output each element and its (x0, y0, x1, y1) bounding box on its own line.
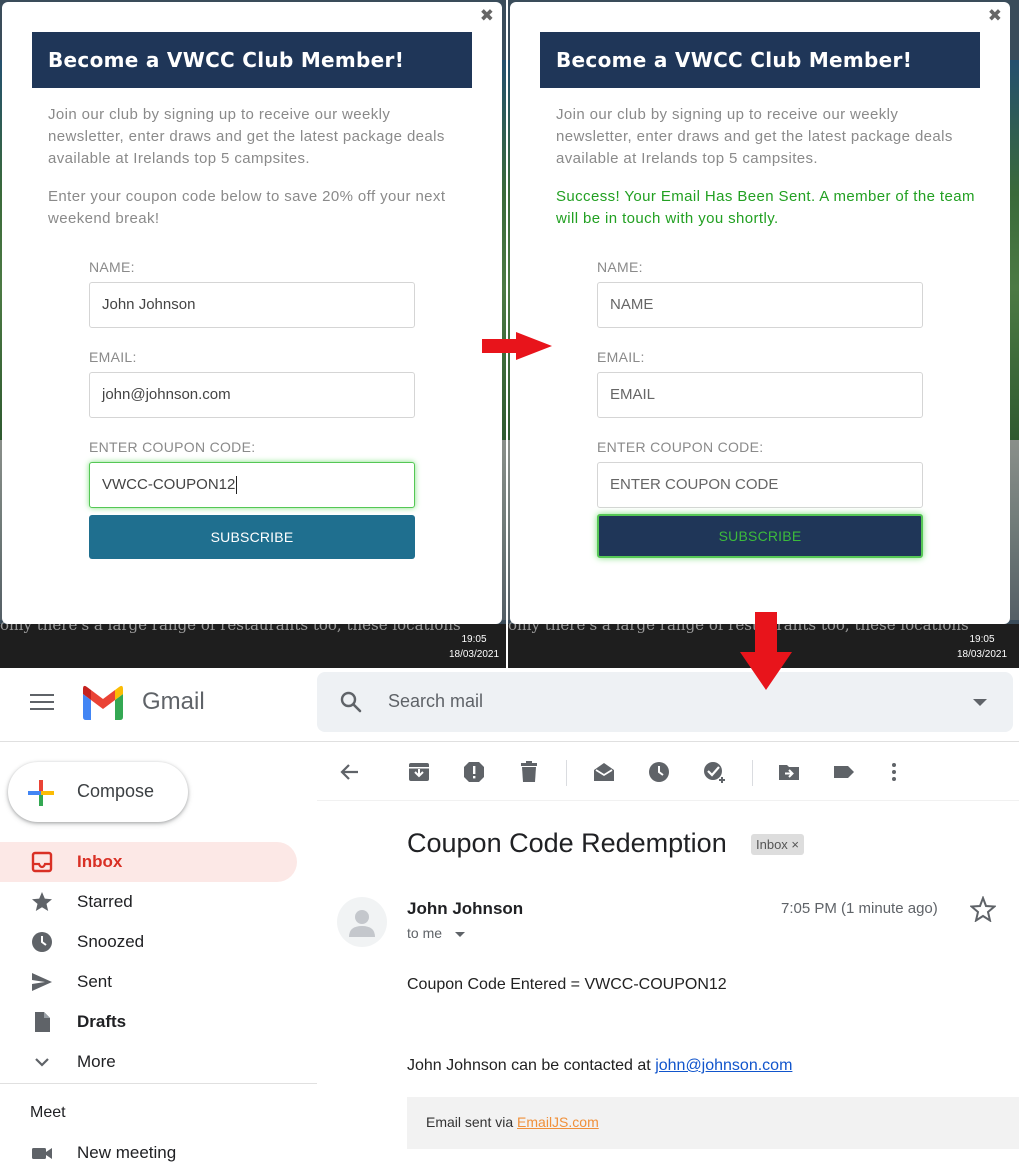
toolbar-divider (317, 800, 1019, 801)
footer-prefix: Email sent via (426, 1114, 518, 1130)
label-icon[interactable] (832, 760, 856, 784)
coupon-label: ENTER COUPON CODE: (597, 439, 764, 455)
sidebar-item-label: Drafts (77, 1012, 127, 1031)
video-camera-icon (32, 1148, 52, 1159)
sidebar-item-label: Sent (77, 972, 112, 991)
compose-plus-icon (28, 780, 54, 806)
more-vert-icon[interactable] (882, 760, 906, 784)
sidebar-item-sent[interactable]: Sent (0, 962, 297, 1002)
screenshot-root: only there's a large range of restaurant… (0, 0, 1019, 1175)
email-body-contact-line: John Johnson can be contacted at john@jo… (407, 1057, 792, 1075)
delete-icon[interactable] (517, 760, 541, 784)
gmail-wordmark: Gmail (142, 688, 205, 715)
email-body-coupon-line: Coupon Code Entered = VWCC-COUPON12 (407, 976, 727, 993)
taskbar-date: 18/03/2021 (956, 649, 1008, 660)
email-label: EMAIL: (597, 349, 645, 365)
snooze-icon[interactable] (647, 760, 671, 784)
sidebar-item-label: More (77, 1052, 116, 1071)
sidebar-item-inbox[interactable]: Inbox (0, 842, 297, 882)
subscribe-button[interactable]: SUBSCRIBE (597, 514, 923, 558)
inbox-label-chip[interactable]: Inbox × (751, 834, 805, 855)
sidebar-item-label: Snoozed (77, 932, 145, 951)
arrow-right-icon (482, 332, 552, 360)
arrow-down-icon (740, 612, 792, 690)
taskbar-clock: 19:05 18/03/2021 (434, 632, 506, 662)
email-input[interactable]: john@johnson.com (89, 372, 415, 418)
sidebar-item-more[interactable]: More (0, 1042, 297, 1082)
search-input[interactable]: Search mail (388, 691, 483, 712)
archive-icon[interactable] (407, 760, 431, 784)
avatar[interactable] (337, 897, 387, 947)
popup-intro: Join our club by signing up to receive o… (556, 106, 953, 167)
name-input[interactable]: John Johnson (89, 282, 415, 328)
email-label: EMAIL: (89, 349, 137, 365)
sidebar-item-label: New meeting (77, 1143, 177, 1162)
gmail-logo-icon (83, 685, 123, 720)
star-icon (32, 892, 52, 911)
toolbar-separator (752, 760, 753, 786)
sidebar-item-new-meeting[interactable]: New meeting (0, 1133, 297, 1173)
recipient-details-caret-icon[interactable] (455, 932, 465, 937)
name-input[interactable]: NAME (597, 282, 923, 328)
taskbar-clock: 19:05 18/03/2021 (942, 632, 1019, 662)
close-icon[interactable]: ✖ (988, 8, 1002, 25)
inbox-icon (31, 851, 53, 873)
email-timestamp: 7:05 PM (1 minute ago) (781, 900, 938, 917)
add-task-icon[interactable] (702, 760, 726, 784)
chevron-down-icon (35, 1058, 49, 1067)
name-label: NAME: (597, 259, 643, 275)
toolbar-separator (566, 760, 567, 786)
back-arrow-icon[interactable] (338, 760, 362, 784)
popup-intro: Join our club by signing up to receive o… (48, 106, 445, 167)
coupon-promo-text: Enter your coupon code below to save 20%… (48, 188, 446, 227)
move-to-icon[interactable] (777, 760, 801, 784)
sidebar-item-snoozed[interactable]: Snoozed (0, 922, 297, 962)
popup-title: Become a VWCC Club Member! (540, 32, 980, 88)
star-icon[interactable] (970, 896, 996, 922)
contact-email-link[interactable]: john@johnson.com (655, 1057, 792, 1074)
default-avatar-icon (349, 910, 375, 937)
coupon-input[interactable]: VWCC-COUPON12 (89, 462, 415, 508)
text-cursor (236, 476, 238, 495)
clock-icon (32, 932, 52, 952)
email-subject: Coupon Code Redemption (407, 828, 727, 858)
send-icon (32, 973, 52, 991)
coupon-input[interactable]: ENTER COUPON CODE (597, 462, 923, 508)
sidebar-item-starred[interactable]: Starred (0, 882, 297, 922)
draft-icon (35, 1012, 50, 1032)
popup-title: Become a VWCC Club Member! (32, 32, 472, 88)
subscribe-button[interactable]: SUBSCRIBE (89, 515, 415, 559)
taskbar-time: 19:05 (461, 634, 487, 645)
sidebar-item-label: Inbox (77, 852, 123, 871)
close-icon[interactable]: ✖ (480, 8, 494, 25)
coupon-label: ENTER COUPON CODE: (89, 439, 256, 455)
success-message: Success! Your Email Has Been Sent. A mem… (556, 188, 975, 227)
sidebar-divider (0, 1083, 317, 1084)
signup-popup-after: ✖ Become a VWCC Club Member! Join our cl… (510, 2, 1010, 624)
emailjs-link[interactable]: EmailJS.com (517, 1114, 599, 1130)
sender-name[interactable]: John Johnson (407, 899, 523, 919)
gmail-header: Gmail Search mail (0, 668, 1019, 742)
signup-popup-before: ✖ Become a VWCC Club Member! Join our cl… (2, 2, 502, 624)
compose-label: Compose (77, 781, 155, 801)
meet-section-title: Meet (30, 1104, 66, 1121)
recipient-line[interactable]: to me (407, 925, 442, 941)
search-options-icon[interactable] (973, 699, 987, 706)
email-input[interactable]: EMAIL (597, 372, 923, 418)
email-footer: Email sent via EmailJS.com (407, 1097, 1019, 1149)
contact-prefix: John Johnson can be contacted at (407, 1057, 656, 1074)
taskbar-date: 18/03/2021 (448, 649, 500, 660)
compose-button[interactable]: Compose (8, 762, 188, 822)
search-icon[interactable] (339, 690, 363, 714)
coupon-input-value: VWCC-COUPON12 (102, 476, 236, 493)
report-spam-icon[interactable] (462, 760, 486, 784)
main-menu-icon[interactable] (30, 694, 54, 712)
taskbar-time: 19:05 (969, 634, 995, 645)
mark-unread-icon[interactable] (592, 760, 616, 784)
search-bar[interactable]: Search mail (317, 672, 1013, 732)
sidebar-item-label: Starred (77, 892, 133, 911)
name-label: NAME: (89, 259, 135, 275)
sidebar-item-drafts[interactable]: Drafts (0, 1002, 297, 1042)
footer-text: Email sent via EmailJS.com (426, 1114, 599, 1130)
